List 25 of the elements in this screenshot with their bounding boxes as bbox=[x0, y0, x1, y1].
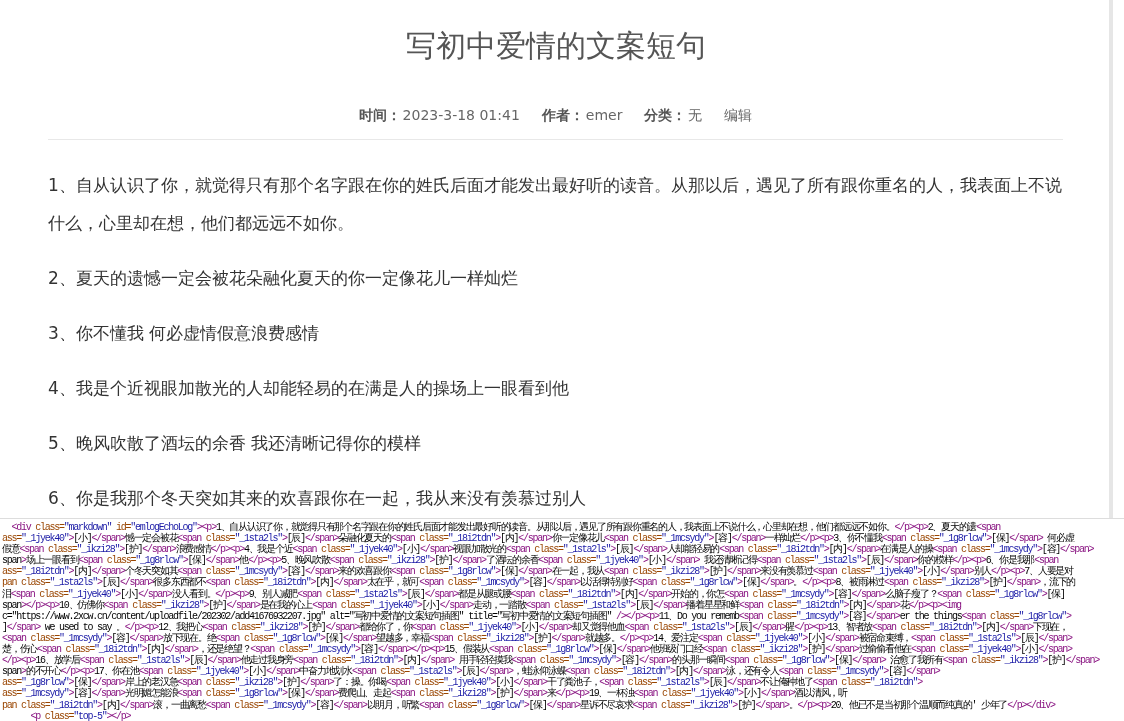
article-paragraph: 4、我是个近视眼加散光的人却能轻易的在满是人的操场上一眼看到他 bbox=[48, 377, 570, 400]
meta-value: emer bbox=[585, 107, 623, 125]
source-code-line: ass="_1mcsydy">[容]</span>光明媚怎能浪<span class="_1g8rlcw">[保]</span>费爬山、走起<span class="_ikzi28">[护]</span>来</p><p>19、一杯浊<span class="_1jyek40">[小]</span>酒以清风，听 bbox=[2, 688, 849, 700]
article-title: 写初中爱情的文案短句 bbox=[404, 27, 707, 65]
source-code-line: 泪<span class="_1jyek40">[小]</span>没人看到。</p><p>9、别人减肥<span class="_1sta2ls">[辰]</span>都是从腿或腰<span class="_18i2tdn">[内]</span>开始的，你怎<span class="_1mcsydy">[容]</span>么脑子瘦了？<span class="_1g8rlcw">[保] bbox=[2, 588, 1066, 600]
source-code-line: span>的不开心</p><p>17、你在池<span class="_1jyek40">[小]</span>中奋力地划水<span class="_1sta2ls">[辰]</span>，蛙泳仰泳蝶<span class="_18i2tdn">[内]</span>泳，还有令人<span class="_1mcsydy">[容]</span> bbox=[2, 666, 941, 678]
source-code-line: <p class="top-5"></p> bbox=[29, 710, 132, 721]
meta-value: 2023-3-18 01:41 bbox=[402, 107, 520, 125]
source-code-line: pan class="_18i2tdn">[内]</span>滚，一曲离愁<span class="_1mcsydy">[容]</span>以明月，听繁<span class="_1g8rlcw">[保]</span>星诉不尽哀求<span class="_ikzi28">[护]</span>。</p><p>20、他已不是当初那个温顺而纯真的' 少年了</p></div> bbox=[2, 699, 1057, 711]
meta-label: 分类： bbox=[644, 107, 687, 125]
article-paragraph: 3、你不懂我 何必虚情假意浪费感情 bbox=[48, 322, 321, 345]
source-code-line: c="https://www.2xcw.cn/content/uploadfile/202302/add41676932207.jpg" alt="写初中爱情的文案短句插图" title="写初中爱情的文案短句插图" /></p><p>11、Do you rememb<span class="_1mcsydy">[容]</span>er the things<span class="_1g8rlcw"> bbox=[2, 610, 1073, 622]
article-paragraph: 1、自从认识了你，就觉得只有那个名字跟在你的姓氏后面才能发出最好听的读音。从那以后，遇见了所有跟你重名的人，我表面上不说什么，心里却在想，他们都远远不如你。 bbox=[48, 174, 1063, 235]
source-code-line: span>场上一眼看到<span class="_1g8rlcw">[保]</span>他</p><p>5、晚风吹散<span class="_ikzi28">[护]</span>了酒坛的余香<span class="_1jyek40">[小]</span> 我还清晰记得<span class="_1sta2ls">[辰]</span>你的模样</p><p>6、你是我那<span bbox=[2, 555, 1059, 567]
meta-value: 无 bbox=[688, 107, 703, 125]
meta-label: 作者： bbox=[541, 107, 584, 125]
source-code-line: <div class="markdown" id="emlogEchoLog"><p>1、自从认识了你，就觉得只有那个名字跟在你的姓氏后面才能发出最好听的读音。从那以后，遇见了所有跟你重名的人，我表面上不说什么，心里却在想，他们都远远不如你。</p><p>2、夏天的遗<span bbox=[10, 522, 1001, 534]
source-code-line: span></p><p>10、仿佛你<span class="_ikzi28">[护]</span>是在我的心上<span class="_1jyek40">[小]</span>走动，一踏散<span class="_1sta2ls">[辰]</span>播着星星和鲜<span class="_18i2tdn">[内]</span>花</p><p><img bbox=[2, 599, 961, 611]
source-code-line: pan class="_1sta2ls">[辰]</span>很多东西都不<span class="_18i2tdn">[内]</span>太在乎，就可<span class="_1mcsydy">[容]</span>以活得特别好<span class="_1g8rlcw">[保]</span>。</p><p>8、被雨淋过<span class="_ikzi28">[护]</span>，流下的 bbox=[2, 577, 1077, 589]
source-code-line: ]</span> we used to say 。</p><p>12、我把心<span class="_ikzi28">[护]</span>都给你了，你<span class="_1jyek40">[小]</span>却又觉得他血<span class="_1sta2ls">[辰]</span>腥</p><p>13、智者放<span class="_18i2tdn">[内]</span>下现在， bbox=[2, 621, 1069, 633]
article-paragraph: 2、夏天的遗憾一定会被花朵融化夏天的你一定像花儿一样灿烂 bbox=[48, 267, 519, 290]
source-code-line: ass="_1g8rlcw">[保]</span>岸上的老汉急<span class="_ikzi28">[护]</span>了：操。你喝<span class="_1jyek40">[小]</span>干了粪池子，<span class="_1sta2ls">[辰]</span>不让俺种地了<span class="_18i2tdn"> bbox=[2, 677, 923, 689]
edit-link[interactable]: 编辑 bbox=[724, 107, 753, 125]
meta-label: 时间： bbox=[358, 107, 401, 125]
article-paragraph: 5、晚风吹散了酒坛的余香 我还清晰记得你的模样 bbox=[48, 432, 423, 455]
